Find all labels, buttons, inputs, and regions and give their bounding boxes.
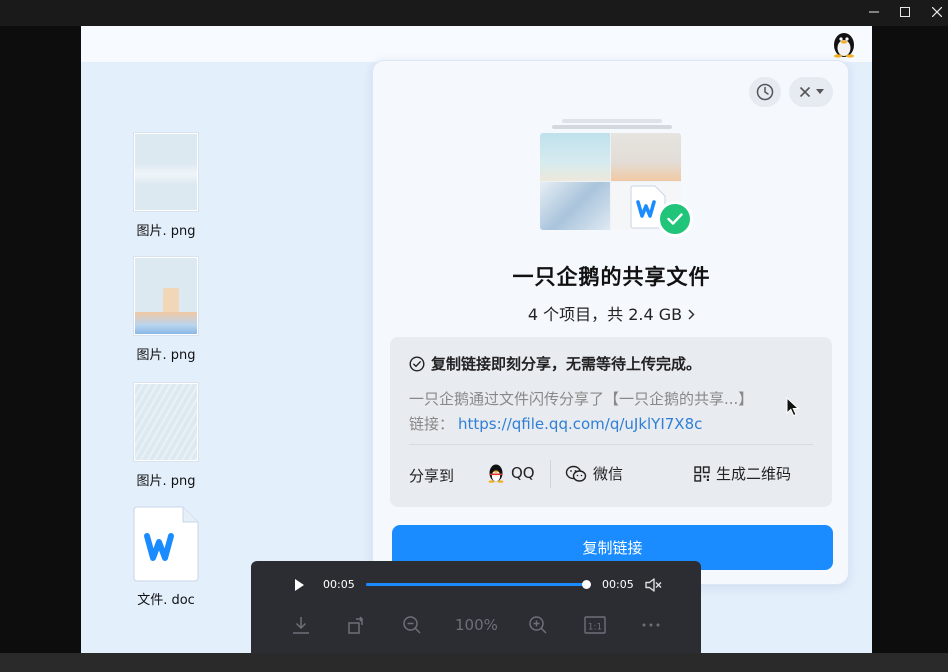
more-button[interactable] bbox=[640, 614, 662, 636]
rotate-button[interactable] bbox=[346, 614, 368, 636]
share-qq-button[interactable]: QQ bbox=[487, 463, 535, 483]
tip-row: 复制链接即刻分享，无需等待上传完成。 bbox=[409, 353, 701, 374]
zoom-in-button[interactable] bbox=[527, 614, 549, 636]
word-doc-icon bbox=[133, 506, 199, 582]
file-name: 图片. png bbox=[136, 474, 196, 489]
svg-text:1:1: 1:1 bbox=[588, 623, 602, 633]
building-photo-thumbnail-icon bbox=[134, 383, 198, 461]
maximize-button[interactable] bbox=[889, 0, 921, 24]
actual-size-button[interactable]: 1:1 bbox=[584, 614, 606, 636]
desktop-file-image-2[interactable]: 图片. png bbox=[121, 257, 211, 363]
share-info-box: 复制链接即刻分享，无需等待上传完成。 一只企鹅通过文件闪传分享了【一只企鹅的共享… bbox=[390, 337, 832, 507]
separator bbox=[550, 460, 551, 488]
desktop-file-image-3[interactable]: 图片. png bbox=[121, 383, 211, 489]
minimize-button[interactable] bbox=[858, 0, 890, 24]
progress-knob[interactable] bbox=[582, 580, 591, 589]
total-time: 00:05 bbox=[602, 578, 634, 591]
share-card: 一只企鹅的共享文件 4 个项目，共 2.4 GB 复制链接即刻分享，无需等待上传… bbox=[372, 60, 849, 585]
window-titlebar bbox=[0, 0, 948, 26]
close-window-button[interactable] bbox=[921, 0, 948, 24]
download-icon bbox=[293, 617, 309, 634]
check-circle-icon bbox=[409, 355, 425, 372]
qq-label: QQ bbox=[511, 464, 535, 482]
qrcode-icon bbox=[694, 465, 710, 482]
zoom-out-icon bbox=[403, 616, 421, 634]
link-label: 链接： bbox=[409, 415, 455, 433]
mouse-cursor-icon bbox=[786, 397, 800, 417]
history-button[interactable] bbox=[749, 77, 781, 107]
share-message: 一只企鹅通过文件闪传分享了【一只企鹅的共享...】 bbox=[409, 390, 754, 408]
zoom-out-button[interactable] bbox=[401, 614, 423, 636]
video-frame: 图片. png 图片. png 图片. png 文件. doc 一只企鹅的共享文… bbox=[81, 26, 872, 653]
chevron-right-icon bbox=[688, 305, 695, 324]
clock-icon bbox=[756, 83, 774, 101]
share-summary-link[interactable]: 4 个项目，共 2.4 GB bbox=[373, 301, 850, 325]
actual-size-icon: 1:1 bbox=[584, 616, 606, 634]
desktop-file-doc[interactable]: 文件. doc bbox=[121, 506, 211, 608]
desktop-file-image-1[interactable]: 图片. png bbox=[121, 133, 211, 239]
zoom-in-icon bbox=[529, 616, 547, 634]
desk-photo-thumbnail-icon bbox=[134, 257, 198, 335]
share-summary: 4 个项目，共 2.4 GB bbox=[527, 305, 683, 324]
zoom-level: 100% bbox=[455, 616, 498, 634]
qq-icon bbox=[488, 464, 504, 483]
qrcode-label: 生成二维码 bbox=[716, 465, 792, 483]
close-icon bbox=[932, 7, 942, 17]
minimize-icon bbox=[869, 11, 879, 13]
share-link-row: 链接： https://qfile.qq.com/q/uJklYI7X8c bbox=[409, 413, 702, 434]
current-time: 00:05 bbox=[323, 578, 355, 591]
bottom-strip bbox=[0, 653, 948, 672]
app-topbar bbox=[81, 26, 872, 62]
progress-fill bbox=[366, 583, 586, 586]
maximize-icon bbox=[900, 7, 910, 17]
share-wechat-button[interactable]: 微信 bbox=[565, 463, 623, 484]
generate-qrcode-button[interactable]: 生成二维码 bbox=[694, 463, 791, 484]
penguin-avatar-icon[interactable] bbox=[831, 30, 857, 58]
close-dropdown-button[interactable] bbox=[789, 77, 833, 107]
divider bbox=[409, 444, 813, 445]
wechat-label: 微信 bbox=[593, 465, 624, 483]
share-to-label: 分享到 bbox=[409, 467, 455, 485]
close-icon bbox=[799, 86, 810, 98]
file-name: 图片. png bbox=[136, 348, 196, 363]
rotate-icon bbox=[348, 616, 364, 634]
file-name: 图片. png bbox=[136, 224, 196, 239]
success-check-icon bbox=[657, 201, 693, 237]
sea-photo-thumbnail-icon bbox=[134, 133, 198, 211]
download-button[interactable] bbox=[290, 614, 312, 636]
mute-icon[interactable] bbox=[643, 575, 663, 595]
more-icon bbox=[642, 623, 660, 627]
share-link-url[interactable]: https://qfile.qq.com/q/uJklYI7X8c bbox=[458, 415, 702, 433]
shared-files-preview bbox=[540, 119, 696, 239]
wechat-icon bbox=[565, 465, 587, 482]
tip-text: 复制链接即刻分享，无需等待上传完成。 bbox=[431, 355, 702, 373]
share-title: 一只企鹅的共享文件 bbox=[512, 265, 711, 289]
play-icon[interactable] bbox=[291, 577, 307, 593]
caret-down-icon bbox=[815, 89, 824, 94]
player-controls: 00:05 00:05 100% 1:1 bbox=[251, 561, 701, 653]
progress-slider[interactable] bbox=[366, 580, 591, 589]
file-name: 文件. doc bbox=[137, 593, 195, 608]
